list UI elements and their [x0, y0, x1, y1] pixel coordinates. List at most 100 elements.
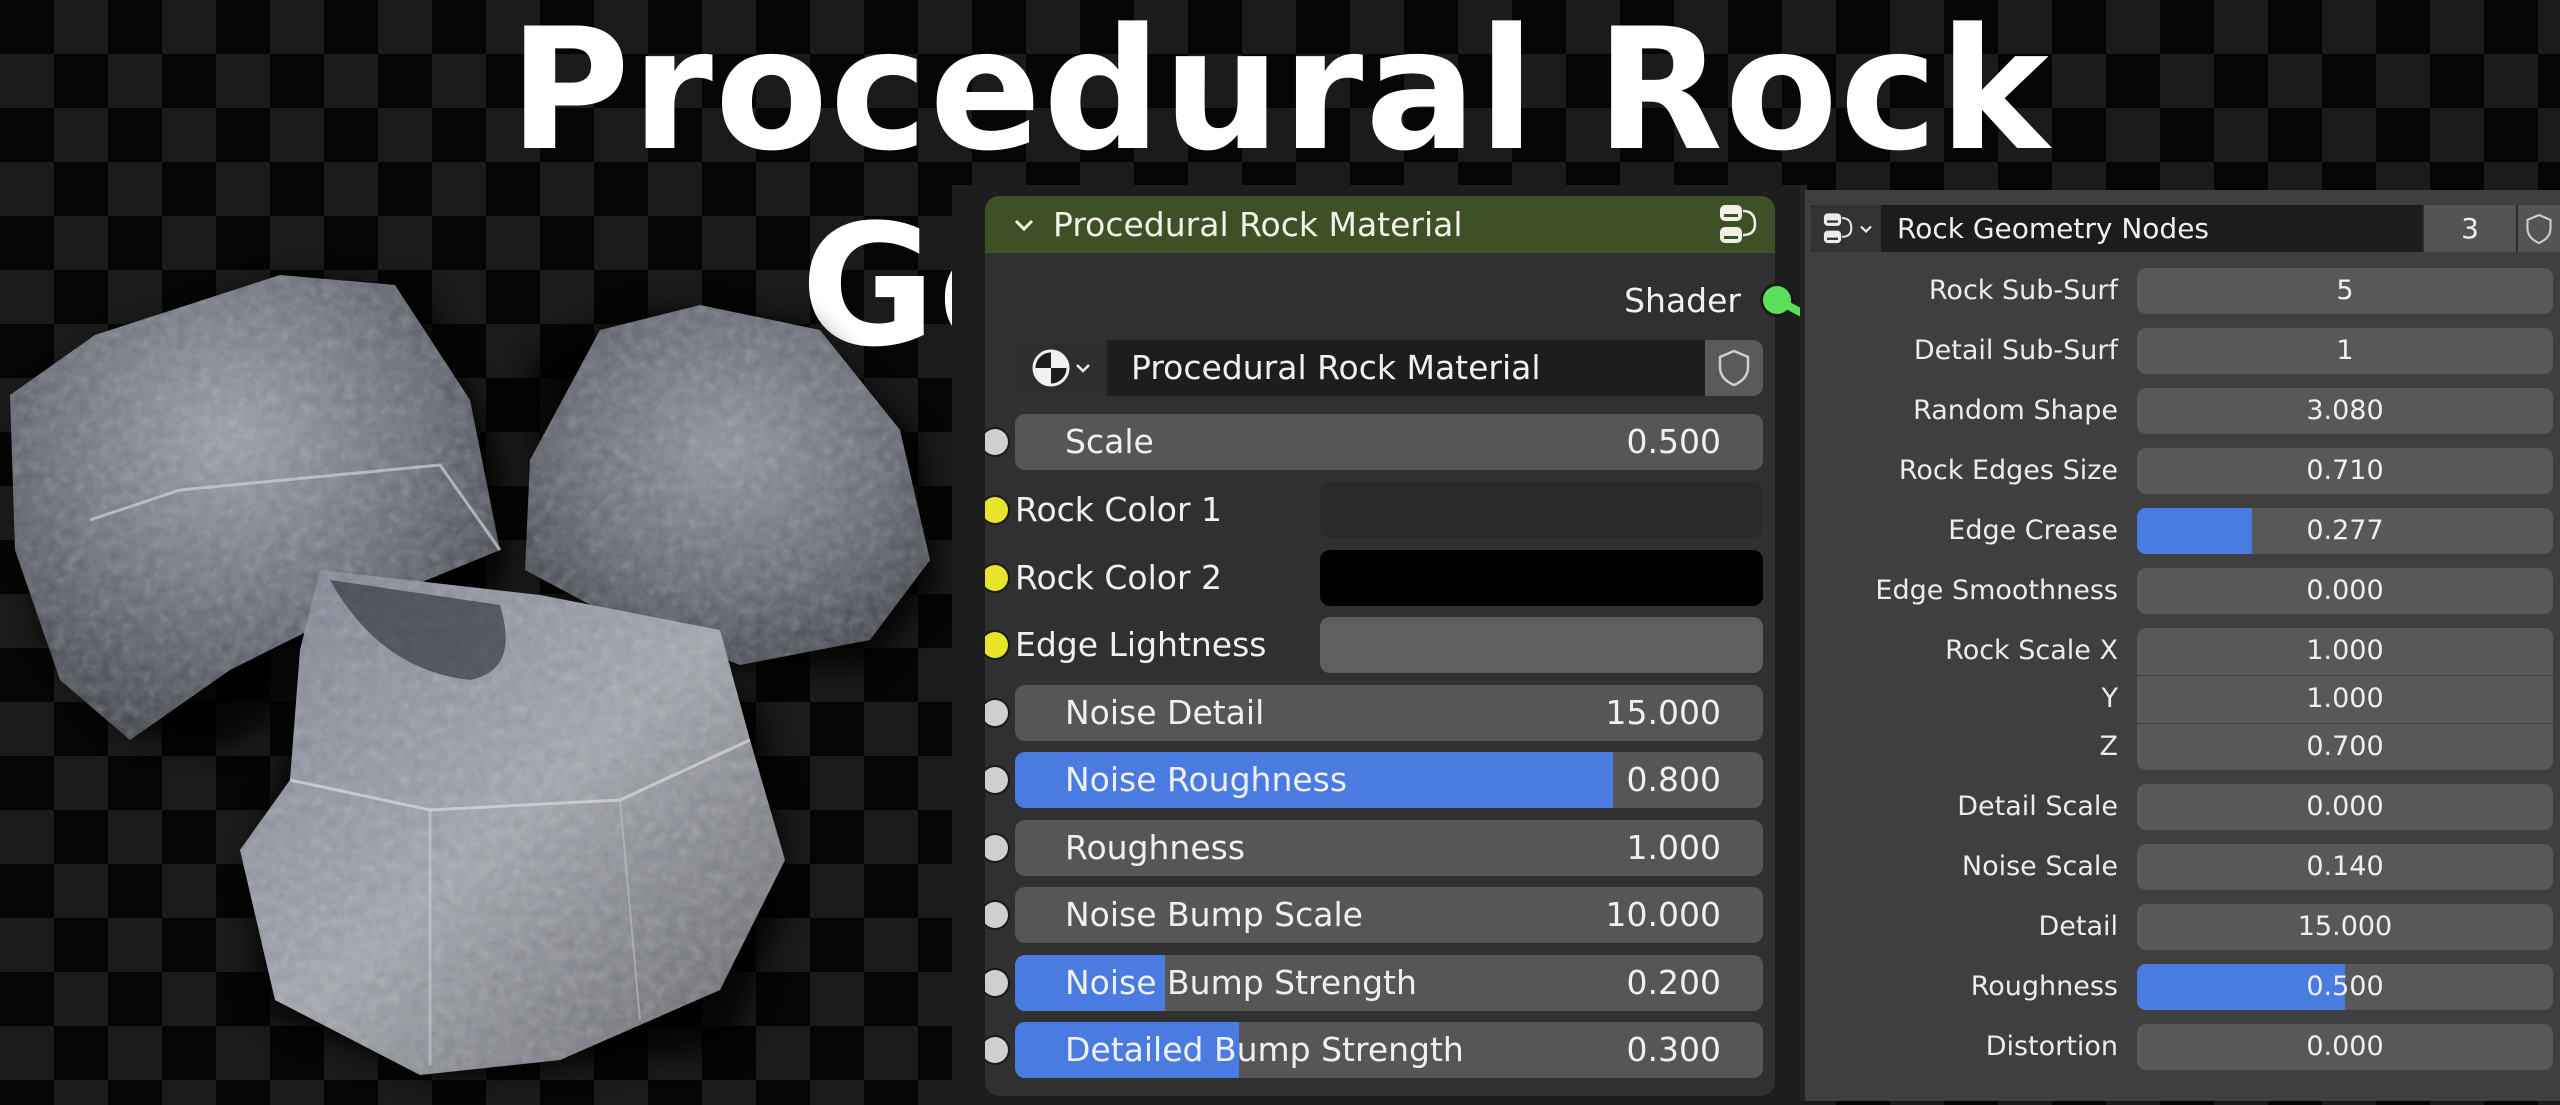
input-label: Scale	[1065, 422, 1154, 461]
param-label: Y	[2101, 683, 2119, 714]
input-socket[interactable]	[985, 632, 1008, 658]
param-field[interactable]: 0.000	[2137, 784, 2553, 830]
modifier-param-y: Y 1.000	[1805, 676, 2560, 723]
param-label: Edge Crease	[1948, 515, 2118, 546]
param-field[interactable]: 3.080	[2137, 388, 2553, 434]
param-field[interactable]: 1.000	[2137, 628, 2553, 675]
param-field[interactable]: 1	[2137, 328, 2553, 374]
param-field[interactable]: 0.140	[2137, 844, 2553, 890]
value-slider[interactable]: Noise Bump Strength 0.200	[1015, 955, 1763, 1011]
chevron-down-icon	[1859, 225, 1872, 233]
input-value: 10.000	[1605, 895, 1721, 934]
param-label: Detail Scale	[1957, 791, 2118, 822]
param-value: 0.000	[2306, 575, 2384, 606]
param-value: 0.000	[2306, 1031, 2384, 1062]
input-socket[interactable]	[985, 835, 1008, 861]
input-socket[interactable]	[985, 565, 1008, 591]
modifier-param-detail-sub-surf: Detail Sub-Surf 1	[1805, 328, 2560, 374]
input-label: Rock Color 1	[1015, 490, 1223, 529]
param-field[interactable]: 1.000	[2137, 676, 2553, 723]
modifier-param-distortion: Distortion 0.000	[1805, 1024, 2560, 1070]
param-label: Random Shape	[1913, 395, 2118, 426]
material-browse-button[interactable]	[1015, 340, 1107, 396]
input-socket[interactable]	[985, 902, 1008, 928]
color-swatch[interactable]	[1320, 550, 1763, 606]
material-sphere-icon	[1032, 349, 1070, 387]
chevron-down-icon	[1076, 364, 1090, 373]
modifier-param-rock-scale-x: Rock Scale X 1.000	[1805, 628, 2560, 675]
param-label: Rock Edges Size	[1898, 455, 2118, 486]
user-count-button[interactable]: 3	[2424, 205, 2516, 252]
modifier-param-rock-edges-size: Rock Edges Size 0.710	[1805, 448, 2560, 494]
param-value: 0.140	[2306, 851, 2384, 882]
input-value: 0.300	[1626, 1030, 1721, 1069]
input-label: Detailed Bump Strength	[1065, 1030, 1464, 1069]
color-swatch[interactable]	[1320, 482, 1763, 538]
param-label: Distortion	[1985, 1031, 2118, 1062]
param-field[interactable]: 0.710	[2137, 448, 2553, 494]
node-group-browse-button[interactable]	[1811, 205, 1881, 252]
value-slider[interactable]: Scale 0.500	[1015, 414, 1763, 470]
input-label: Noise Bump Strength	[1065, 963, 1417, 1002]
modifier-param-roughness: Roughness 0.500	[1805, 964, 2560, 1010]
param-value: 1.000	[2306, 635, 2384, 666]
input-socket[interactable]	[985, 767, 1008, 793]
input-label: Roughness	[1065, 828, 1246, 867]
value-slider[interactable]: Noise Detail 15.000	[1015, 685, 1763, 741]
input-socket[interactable]	[985, 497, 1008, 523]
param-value: 0.700	[2306, 731, 2384, 762]
modifier-param-edge-smoothness: Edge Smoothness 0.000	[1805, 568, 2560, 614]
param-label: Rock Scale X	[1945, 635, 2118, 666]
param-field[interactable]: 5	[2137, 268, 2553, 314]
param-field[interactable]: 0.000	[2137, 1024, 2553, 1070]
value-slider[interactable]: Roughness 1.000	[1015, 820, 1763, 876]
param-label: Detail	[2038, 911, 2118, 942]
node-tree-icon[interactable]	[1715, 202, 1761, 248]
node-header[interactable]: Procedural Rock Material	[985, 196, 1775, 253]
param-field[interactable]: 0.500	[2137, 964, 2553, 1010]
value-slider[interactable]: Noise Bump Scale 10.000	[1015, 887, 1763, 943]
modifier-param-noise-scale: Noise Scale 0.140	[1805, 844, 2560, 890]
input-socket[interactable]	[985, 429, 1008, 455]
fake-user-button[interactable]	[1705, 340, 1763, 396]
input-socket[interactable]	[985, 1037, 1008, 1063]
node-tree-icon	[1823, 212, 1852, 243]
material-name-field[interactable]: Procedural Rock Material	[1107, 340, 1705, 396]
input-value: 15.000	[1605, 693, 1721, 732]
param-value: 0.000	[2306, 791, 2384, 822]
param-label: Noise Scale	[1961, 851, 2118, 882]
input-socket[interactable]	[985, 700, 1008, 726]
modifier-param-detail-scale: Detail Scale 0.000	[1805, 784, 2560, 830]
param-value: 1.000	[2306, 683, 2384, 714]
param-value: 15.000	[2297, 911, 2393, 942]
input-value: 0.500	[1626, 422, 1721, 461]
param-label: Rock Sub-Surf	[1928, 275, 2118, 306]
rock-render-image	[10, 275, 940, 1080]
shield-icon	[2526, 213, 2552, 244]
param-label: Roughness	[1970, 971, 2118, 1002]
procedural-rock-material-node[interactable]: Procedural Rock Material Shader Procedur…	[985, 196, 1775, 1096]
geometry-nodes-modifier-panel: Rock Geometry Nodes 3 Rock Sub-Surf 5 Deta…	[1805, 190, 2560, 1101]
color-swatch[interactable]	[1320, 617, 1763, 673]
input-socket[interactable]	[985, 970, 1008, 996]
param-field[interactable]: 0.000	[2137, 568, 2553, 614]
param-field[interactable]: 0.277	[2137, 508, 2553, 554]
modifier-param-rock-sub-surf: Rock Sub-Surf 5	[1805, 268, 2560, 314]
param-label: Z	[2099, 731, 2119, 762]
param-field[interactable]: 0.700	[2137, 724, 2553, 770]
value-slider[interactable]: Detailed Bump Strength 0.300	[1015, 1022, 1763, 1078]
param-value: 5	[2336, 275, 2354, 306]
input-label: Noise Roughness	[1065, 760, 1348, 799]
node-group-selector[interactable]: Rock Geometry Nodes 3	[1811, 205, 2560, 252]
input-value: 0.800	[1626, 760, 1721, 799]
collapse-chevron-icon[interactable]	[1013, 214, 1035, 236]
input-label: Edge Lightness	[1015, 625, 1267, 664]
material-selector[interactable]: Procedural Rock Material	[1015, 340, 1763, 396]
input-value: 1.000	[1626, 828, 1721, 867]
fake-user-button[interactable]	[2518, 205, 2560, 252]
node-group-name-field[interactable]: Rock Geometry Nodes	[1881, 205, 2422, 252]
value-slider[interactable]: Noise Roughness 0.800	[1015, 752, 1763, 808]
param-field[interactable]: 15.000	[2137, 904, 2553, 950]
shield-icon	[1718, 349, 1750, 387]
modifier-param-edge-crease: Edge Crease 0.277	[1805, 508, 2560, 554]
